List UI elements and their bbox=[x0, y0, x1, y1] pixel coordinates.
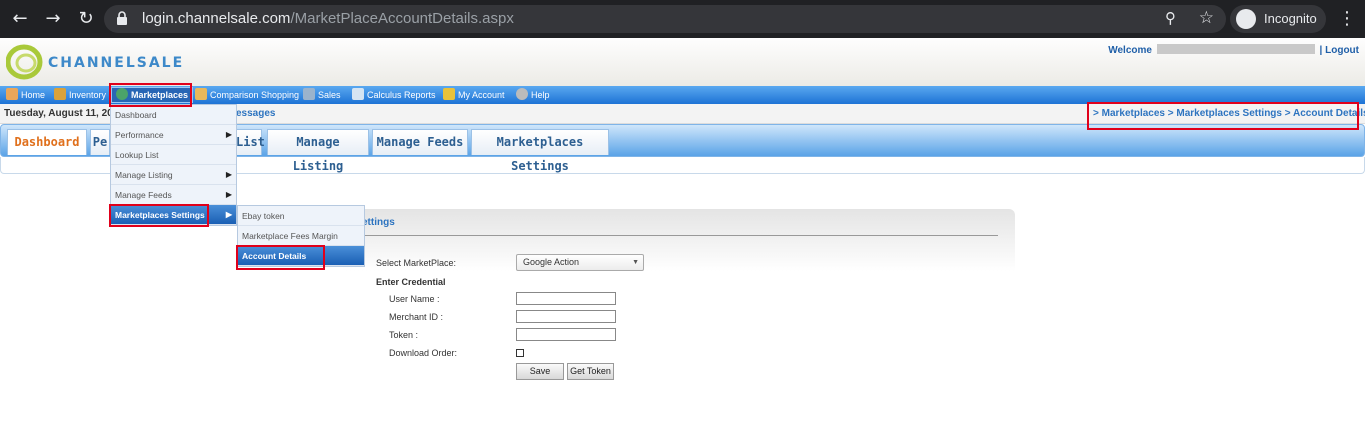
site-header: CHANNELSALE Welcome | Logout bbox=[0, 38, 1365, 86]
download-order-checkbox[interactable] bbox=[516, 349, 524, 357]
merchant-id-label: Merchant ID : bbox=[389, 312, 444, 322]
back-arrow-icon[interactable]: ← bbox=[10, 9, 30, 29]
panel-divider bbox=[362, 235, 998, 236]
submenu-item-fees-margin[interactable]: Marketplace Fees Margin bbox=[238, 226, 364, 246]
lock-icon bbox=[117, 11, 127, 25]
menu-home-label: Home bbox=[21, 90, 46, 100]
chevron-down-icon: ▼ bbox=[632, 259, 639, 266]
dropdown-item-manage-listing[interactable]: Manage Listing ▶ bbox=[111, 165, 236, 185]
help-icon bbox=[516, 88, 528, 100]
channelsale-logo[interactable]: CHANNELSALE bbox=[5, 42, 196, 82]
dd-label: Performance bbox=[115, 130, 164, 140]
dropdown-item-performance[interactable]: Performance ▶ bbox=[111, 125, 236, 145]
welcome-area: Welcome | Logout bbox=[1108, 44, 1359, 56]
menu-inventory-label: Inventory bbox=[69, 90, 107, 100]
welcome-separator: | bbox=[1319, 45, 1323, 56]
enter-credential-heading: Enter Credential bbox=[376, 277, 446, 287]
dropdown-item-dashboard[interactable]: Dashboard bbox=[111, 105, 236, 125]
incognito-label: Incognito bbox=[1264, 11, 1317, 26]
url-text: login.channelsale.com/MarketPlaceAccount… bbox=[142, 10, 514, 27]
logo-text: CHANNELSALE bbox=[48, 55, 185, 71]
menu-help-label: Help bbox=[531, 90, 550, 100]
browser-toolbar: ← → ↻ login.channelsale.com/MarketPlaceA… bbox=[0, 0, 1365, 38]
welcome-label: Welcome bbox=[1108, 45, 1152, 56]
highlight-marketplaces-settings bbox=[109, 204, 209, 227]
incognito-icon bbox=[1236, 9, 1256, 29]
chevron-right-icon: ▶ bbox=[225, 170, 232, 179]
menu-my-account[interactable]: My Account bbox=[443, 88, 505, 102]
key-icon bbox=[443, 88, 455, 100]
get-token-button[interactable]: Get Token bbox=[567, 363, 614, 380]
username-label: User Name : bbox=[389, 294, 440, 304]
download-order-label: Download Order: bbox=[389, 348, 458, 358]
home-icon bbox=[6, 88, 18, 100]
tab-manage-feeds[interactable]: Manage Feeds bbox=[372, 129, 468, 155]
submenu-item-ebay-token[interactable]: Ebay token bbox=[238, 206, 364, 226]
menu-my-account-label: My Account bbox=[458, 90, 505, 100]
menu-help[interactable]: Help bbox=[516, 88, 550, 102]
bookmark-star-icon[interactable]: ☆ bbox=[1199, 8, 1214, 28]
dd-label: Dashboard bbox=[115, 110, 157, 120]
token-label: Token : bbox=[389, 330, 419, 340]
tab-marketplaces-settings[interactable]: Marketplaces Settings bbox=[471, 129, 609, 173]
dd-label: Marketplace Fees Margin bbox=[242, 231, 338, 241]
token-input[interactable] bbox=[516, 328, 616, 341]
logo-swirl-icon bbox=[5, 44, 43, 80]
marketplace-select[interactable]: Google Action ▼ bbox=[516, 254, 644, 271]
chevron-right-icon: ▶ bbox=[225, 130, 232, 139]
address-bar[interactable]: login.channelsale.com/MarketPlaceAccount… bbox=[104, 5, 1226, 33]
masked-username bbox=[1156, 44, 1315, 54]
menu-calculus-reports[interactable]: Calculus Reports bbox=[352, 88, 436, 102]
menu-calculus-label: Calculus Reports bbox=[367, 90, 436, 100]
incognito-badge[interactable]: Incognito bbox=[1230, 5, 1326, 33]
menu-home[interactable]: Home bbox=[6, 88, 45, 102]
menu-sales-label: Sales bbox=[318, 90, 341, 100]
username-input[interactable] bbox=[516, 292, 616, 305]
tab-dashboard[interactable]: Dashboard bbox=[7, 129, 87, 155]
chevron-right-icon: ▶ bbox=[225, 210, 232, 219]
folder-icon bbox=[195, 88, 207, 100]
highlight-account-details bbox=[236, 245, 325, 270]
tab-lookup-list[interactable]: List bbox=[235, 129, 265, 155]
select-marketplace-label: Select MarketPlace: bbox=[376, 258, 457, 268]
menu-comparison-label: Comparison Shopping bbox=[210, 90, 300, 100]
zoom-icon[interactable]: ⚲ bbox=[1165, 9, 1176, 27]
inventory-icon bbox=[54, 88, 66, 100]
dd-label: Lookup List bbox=[115, 150, 159, 160]
sales-icon bbox=[303, 88, 315, 100]
chevron-right-icon: ▶ bbox=[225, 190, 232, 199]
tab-manage-listing[interactable]: Manage Listing bbox=[267, 129, 369, 173]
dropdown-item-lookup-list[interactable]: Lookup List bbox=[111, 145, 236, 165]
more-menu-icon[interactable]: ⋮ bbox=[1338, 8, 1356, 29]
menu-sales[interactable]: Sales bbox=[303, 88, 341, 102]
logout-link[interactable]: Logout bbox=[1325, 45, 1359, 56]
save-button[interactable]: Save bbox=[516, 363, 564, 380]
panel-title: ettings bbox=[362, 217, 395, 228]
dd-label: Manage Feeds bbox=[115, 190, 172, 200]
tab-performance[interactable]: Pe bbox=[90, 129, 110, 155]
chart-icon bbox=[352, 88, 364, 100]
current-date: Tuesday, August 11, 2020 bbox=[4, 108, 110, 119]
messages-link[interactable]: essages bbox=[236, 108, 275, 119]
highlight-marketplaces bbox=[109, 83, 192, 107]
dropdown-item-manage-feeds[interactable]: Manage Feeds ▶ bbox=[111, 185, 236, 205]
marketplace-select-value: Google Action bbox=[523, 257, 580, 267]
menu-inventory[interactable]: Inventory bbox=[54, 88, 106, 102]
highlight-breadcrumb bbox=[1087, 102, 1359, 130]
dd-label: Ebay token bbox=[242, 211, 285, 221]
merchant-id-input[interactable] bbox=[516, 310, 616, 323]
reload-icon[interactable]: ↻ bbox=[76, 9, 96, 29]
forward-arrow-icon[interactable]: → bbox=[43, 9, 63, 29]
dd-label: Manage Listing bbox=[115, 170, 173, 180]
menu-comparison-shopping[interactable]: Comparison Shopping bbox=[195, 88, 299, 102]
